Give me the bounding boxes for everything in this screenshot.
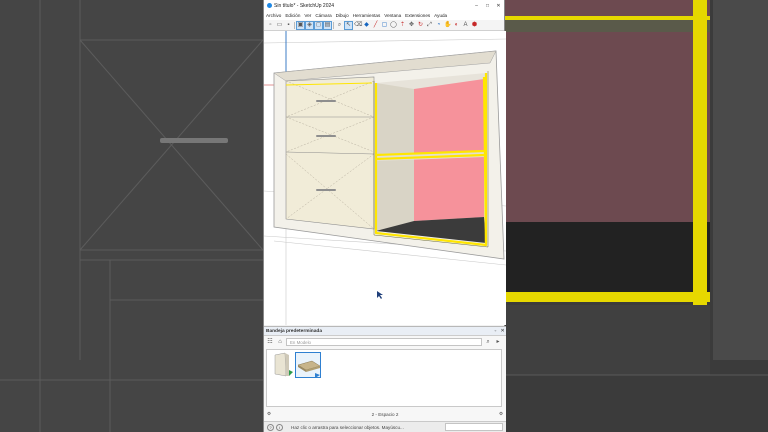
save-icon[interactable]: ▪ (285, 22, 292, 29)
menu-dibujo[interactable]: Dibujo (336, 13, 349, 18)
default-tray: Bandeja predeterminada ▫ ✕ ☷ ⌂ En Modelo… (264, 326, 506, 421)
toolbar-separator (333, 21, 334, 29)
menu-ventana[interactable]: Ventana (384, 13, 401, 18)
sketchup-logo-icon (267, 3, 272, 8)
move-icon[interactable]: ✥ (408, 22, 415, 29)
info-icon[interactable]: i (276, 423, 283, 431)
menu-herramientas[interactable]: Herramientas (353, 13, 381, 18)
component-thumbnail-selected[interactable] (295, 352, 321, 378)
toolbar-separator (294, 21, 295, 29)
tape-icon[interactable]: ◐ (453, 22, 460, 29)
settings-icon[interactable]: ⚙ (496, 411, 506, 417)
sketchup-window: Sin título* - SketchUp 2024 – □ ✕ Archiv… (263, 0, 506, 432)
text-icon[interactable]: A (462, 22, 469, 29)
component-thumbnails (266, 349, 502, 407)
menu-ver[interactable]: Ver (304, 13, 311, 18)
open-file-icon[interactable]: ▭ (276, 22, 283, 29)
front-view-icon[interactable]: ▤ (323, 20, 332, 30)
menu-bar: Archivo Edición Ver Cámara Dibujo Herram… (264, 11, 504, 20)
home-icon[interactable]: ⌂ (276, 338, 284, 346)
tray-footer: ⚙ 2 - Espacio 2 ⚙ (264, 409, 506, 419)
iso-view-icon[interactable]: ◈ (305, 20, 314, 30)
window-title: Sin título* - SketchUp 2024 (274, 2, 335, 9)
close-button[interactable]: ✕ (493, 3, 504, 9)
menu-edicion[interactable]: Edición (285, 13, 300, 18)
title-bar: Sin título* - SketchUp 2024 – □ ✕ (264, 0, 504, 11)
help-icon[interactable]: ? (267, 423, 274, 431)
component-thumbnail[interactable] (269, 352, 295, 378)
component-search-input[interactable]: En Modelo (286, 337, 482, 346)
tray-title: Bandeja predeterminada (266, 328, 322, 334)
rotate-icon[interactable]: ↻ (417, 22, 424, 29)
select-icon[interactable]: ↖ (344, 20, 353, 30)
backdrop-right (505, 0, 768, 432)
scale-icon[interactable]: ⤢ (426, 22, 433, 29)
tray-header: Bandeja predeterminada ▫ ✕ (264, 327, 506, 336)
tray-footer-label: 2 - Espacio 2 (371, 411, 399, 417)
minimize-button[interactable]: – (471, 3, 482, 9)
drawing-viewport[interactable] (264, 31, 506, 325)
status-message: Haz clic o arrastra para seleccionar obj… (291, 424, 404, 430)
tray-tools: ☷ ⌂ En Modelo ⌕ ▸ (264, 336, 506, 347)
menu-camara[interactable]: Cámara (315, 13, 331, 18)
measurements-box[interactable] (445, 423, 503, 431)
orbit-icon[interactable]: ◔ (435, 22, 442, 29)
line-icon[interactable]: ╱ (372, 22, 379, 29)
settings-icon[interactable]: ⚙ (264, 411, 274, 417)
new-file-icon[interactable]: ▫ (267, 22, 274, 29)
paint-icon[interactable]: ◆ (363, 22, 370, 29)
menu-ayuda[interactable]: Ayuda (434, 13, 447, 18)
component-icon[interactable]: ▣ (296, 20, 305, 30)
pin-icon[interactable]: ▫ (492, 329, 499, 334)
search-icon[interactable]: ⌕ (484, 338, 492, 346)
status-bar: ? i Haz clic o arrastra para seleccionar… (264, 421, 506, 432)
top-view-icon[interactable]: ◻ (314, 20, 323, 30)
circle-icon[interactable]: ◯ (390, 22, 397, 29)
view-options-icon[interactable]: ☷ (266, 338, 274, 346)
push-pull-icon[interactable]: ⇡ (399, 22, 406, 29)
maximize-button[interactable]: □ (482, 3, 493, 9)
close-tray-icon[interactable]: ✕ (499, 329, 506, 334)
backdrop-left (0, 0, 263, 432)
pan-icon[interactable]: ✋ (444, 22, 451, 29)
toolbar: ▫ ▭ ▪ ▣ ◈ ◻ ▤ ⌕ ↖ ⌫ ◆ ╱ ▢ ◯ ⇡ ✥ ↻ ⤢ ◔ ✋ … (264, 20, 504, 31)
eraser-icon[interactable]: ⌫ (354, 22, 362, 29)
menu-extensiones[interactable]: Extensiones (405, 13, 430, 18)
rectangle-icon[interactable]: ▢ (381, 22, 388, 29)
menu-archivo[interactable]: Archivo (266, 13, 281, 18)
screen: Sin título* - SketchUp 2024 – □ ✕ Archiv… (0, 0, 768, 432)
zoom-icon[interactable]: ⌕ (336, 22, 343, 29)
warehouse-icon[interactable]: ⬢ (471, 22, 478, 29)
details-icon[interactable]: ▸ (494, 338, 502, 346)
cabinet-model (264, 31, 506, 325)
